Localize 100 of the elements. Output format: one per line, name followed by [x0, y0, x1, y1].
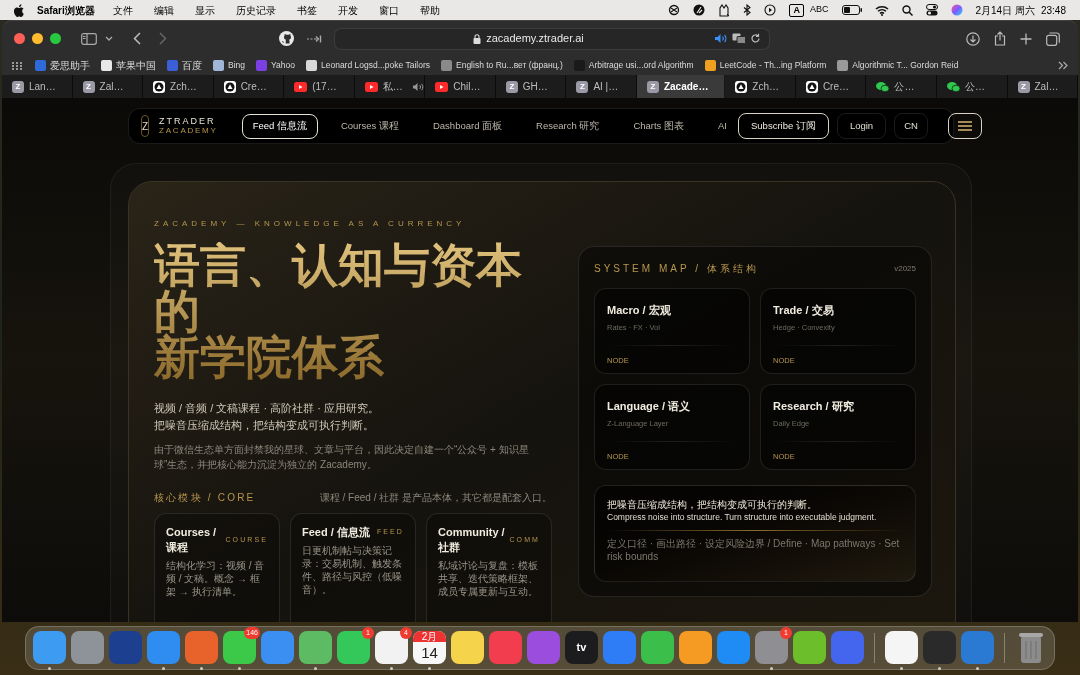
node-title: Trade / 交易 [773, 303, 835, 318]
bookmark-link[interactable]: Yahoo [256, 59, 295, 72]
forward-icon[interactable] [159, 32, 167, 45]
reload-icon[interactable] [750, 33, 761, 44]
trash-can-icon[interactable] [1018, 632, 1044, 664]
nav-link[interactable]: Courses 课程 [329, 113, 410, 139]
bookmark-link[interactable]: Algorithmic T... Gordon Reid [837, 59, 959, 72]
app-icon[interactable]: 2月 14 [413, 630, 446, 664]
summary-chinese: 把噪音压缩成结构，把结构变成可执行的判断。 [607, 498, 818, 511]
menu-item[interactable]: 帮助 [419, 2, 440, 18]
tab-title: 公… [894, 80, 915, 94]
browser-tab[interactable]: Z Zacade… [636, 75, 726, 98]
app-icon[interactable] [679, 630, 712, 664]
app-icon[interactable]: tv [565, 630, 598, 664]
bookmark-link[interactable]: 百度 [167, 58, 202, 73]
grid-icon[interactable] [12, 61, 22, 70]
play-icon[interactable] [764, 4, 777, 16]
bookmark-link[interactable]: Bing [213, 59, 245, 72]
tab-title: Zch… [170, 80, 197, 94]
chat-bubbles-favicon-icon [876, 80, 890, 93]
brand-subtitle: ZACADEMY [159, 126, 218, 136]
bookmark-link[interactable]: Leonard Logsd...poke Tailors [305, 59, 430, 72]
double-chevron-icon[interactable] [1058, 61, 1068, 70]
close-window-button[interactable] [14, 33, 25, 44]
back-icon[interactable] [133, 32, 141, 45]
summary-footer: 定义口径 · 画出路径 · 设定风险边界 / Define · Map pathways · Set risk bounds [607, 537, 903, 563]
translate-icon[interactable] [732, 33, 746, 44]
subscribe-button[interactable]: Subscribe 订阅 [738, 113, 829, 139]
menu-item[interactable]: 书签 [296, 2, 317, 18]
app-icon[interactable] [337, 630, 370, 664]
app-icon[interactable] [641, 630, 674, 664]
menu-item[interactable]: 窗口 [378, 2, 399, 18]
tab-title: GH… [522, 80, 548, 94]
colorful-orb-icon[interactable] [950, 4, 963, 16]
letter-favicon: Z [646, 80, 659, 93]
address-bar[interactable]: zacademy.ztrader.ai [334, 27, 770, 50]
minimize-window-button[interactable] [32, 33, 43, 44]
tab-title: Zch… [752, 80, 779, 94]
node-title: Macro / 宏观 [607, 303, 672, 318]
login-button[interactable]: Login [836, 113, 887, 139]
language-button[interactable]: CN [894, 113, 928, 139]
octocat-icon[interactable] [279, 31, 294, 46]
menu-bar-clock[interactable]: 23:48 [1040, 2, 1066, 18]
bookmark-link[interactable]: English to Ru...вет (франц.) [441, 59, 563, 72]
menu-bar-date[interactable]: 2月14日 周六 [975, 2, 1035, 18]
app-menu[interactable]: Safari浏览器 [37, 2, 95, 18]
chat-bubbles-favicon-icon [946, 80, 960, 93]
tab-title: Zacade… [663, 80, 709, 94]
menu-item[interactable]: 文件 [112, 2, 133, 18]
app-icon[interactable] [793, 630, 826, 664]
battery-icon[interactable] [841, 5, 862, 15]
nav-link[interactable]: Charts 图表 [622, 113, 695, 139]
nav-link[interactable]: Feed 信息流 [241, 113, 318, 139]
menu-item[interactable]: 开发 [337, 2, 358, 18]
bookmark-link[interactable]: LeetCode - Th...ing Platform [704, 59, 827, 72]
plus-icon[interactable] [1020, 32, 1032, 45]
search-icon[interactable] [901, 4, 913, 16]
app-icon[interactable] [885, 630, 918, 664]
app-icon[interactable] [375, 630, 408, 664]
zoom-window-button[interactable] [50, 33, 61, 44]
wifi-icon[interactable] [874, 4, 889, 16]
speaker-icon[interactable] [714, 33, 727, 44]
knot-icon[interactable] [668, 4, 681, 16]
tab-title: Chil… [453, 80, 481, 94]
triangle-favicon-icon [153, 80, 166, 93]
tab-title: 公… [964, 80, 985, 94]
tab-overview-icon[interactable] [1046, 31, 1060, 46]
bluetooth-icon[interactable] [743, 4, 752, 16]
menu-item[interactable]: 历史记录 [235, 2, 276, 18]
app-icon[interactable] [223, 630, 256, 664]
bookmark-link[interactable]: 苹果中国 [101, 58, 156, 73]
bookmark-link[interactable]: 爱思助手 [35, 58, 90, 73]
menu-icon [957, 121, 972, 131]
nav-link[interactable]: AI [707, 113, 738, 139]
letter-favicon: Z [12, 80, 24, 93]
bookmark-link[interactable]: Arbitrage usi...ord Algorithm [573, 59, 694, 72]
menu-button[interactable] [947, 113, 982, 139]
app-icon[interactable] [299, 630, 332, 664]
speaker-icon[interactable] [411, 81, 424, 92]
tab-title: 私… [382, 80, 403, 94]
pen-nib-icon[interactable] [693, 4, 706, 16]
chevron-down-icon[interactable] [105, 35, 113, 42]
nav-link[interactable]: Dashboard 面板 [421, 113, 514, 139]
play-favicon-icon [294, 81, 308, 92]
panel-title: SYSTEM MAP / 体系结构 [594, 262, 759, 276]
url-text: zacademy.ztrader.ai [486, 31, 584, 47]
menu-item[interactable]: 显示 [194, 2, 215, 18]
nav-link[interactable]: Research 研究 [525, 113, 611, 139]
toggle-switches-icon[interactable] [925, 4, 938, 16]
hero-note: 由于微信生态单方面封禁我的星球、文章与平台，因此决定自建一个“公众号 + 知识星球”生态，并把核心能力沉淀为独立的 Zacademy。 [154, 443, 530, 472]
input-source-indicator[interactable]: A [789, 3, 804, 17]
node-title: Language / 语义 [607, 399, 692, 414]
app-icon[interactable] [451, 630, 484, 664]
sidebar-icon[interactable] [81, 32, 97, 45]
dashed-arrow-to-bar-icon[interactable] [306, 33, 322, 44]
download-icon[interactable] [966, 31, 980, 46]
share-icon[interactable] [994, 31, 1006, 46]
menu-item[interactable]: 编辑 [153, 2, 174, 18]
tab-title: AI |… [593, 80, 619, 94]
apple-logo-icon [14, 3, 25, 17]
